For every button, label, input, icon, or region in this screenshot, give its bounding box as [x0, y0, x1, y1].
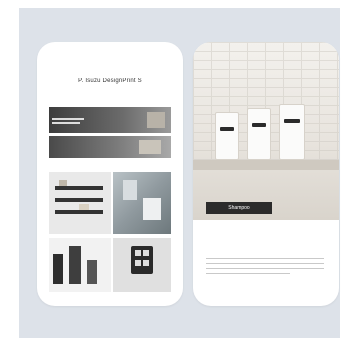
- backdrop-panel: P. Isuzu DesignPrint S Shampoo: [19, 8, 340, 338]
- bottle-3: [279, 104, 305, 160]
- feature-tile-1[interactable]: [49, 107, 171, 133]
- bottle-2: [247, 108, 271, 160]
- phone-mockup-left: P. Isuzu DesignPrint S: [37, 42, 183, 306]
- caption-line: [206, 258, 324, 260]
- hero-photo[interactable]: Shampoo: [193, 42, 339, 220]
- grid-photo-wall[interactable]: [113, 172, 171, 234]
- grid-photo-switch[interactable]: [113, 238, 171, 292]
- shampoo-cta-button[interactable]: Shampoo: [206, 202, 272, 214]
- grid-photo-hooks[interactable]: [49, 238, 111, 292]
- bottle-1: [215, 112, 239, 160]
- caption-line: [206, 268, 324, 270]
- brand-title: P. Isuzu DesignPrint S: [78, 78, 142, 84]
- caption-line: [206, 273, 290, 275]
- feature-tile-2[interactable]: [49, 136, 171, 158]
- caption-line: [206, 263, 324, 265]
- grid-photo-shelves[interactable]: [49, 172, 111, 234]
- phone-mockup-right: Shampoo: [193, 42, 339, 306]
